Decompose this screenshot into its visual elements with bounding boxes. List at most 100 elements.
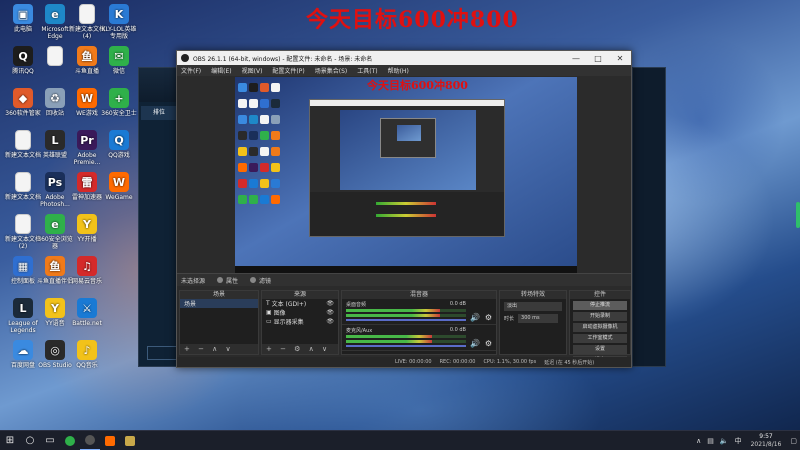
scene-item[interactable]: 场景 [180,299,258,308]
sources-title: 来源 [262,291,338,299]
preview-icon [260,195,269,204]
eye-icon[interactable]: 👁 [326,318,334,325]
desktop-icon-label: 腾讯QQ [12,68,34,75]
filters-icon[interactable] [250,277,257,283]
duration-row: 时长 300 ms [504,314,562,323]
scenes-toolbar[interactable]: + − ∧ ∨ [180,344,258,354]
cpu-status: CPU: 1.1%, 30.00 fps [483,359,537,365]
virtual-camera-button[interactable]: 启动虚拟摄像机 [573,323,627,332]
maximize-icon[interactable]: □ [587,54,609,63]
app-icon: ⚔ [77,298,97,318]
desktop-icon[interactable]: Q QQ游戏 [100,130,138,159]
controls-title: 控件 [570,291,630,299]
preview-icon [249,147,258,156]
source-item[interactable]: T 文本 (GDI+) 👁 [262,299,338,308]
controls-panel: 控件 停止推流 开始录制 启动虚拟摄像机 工作室模式 设置 退出 [569,290,631,365]
desktop-icon[interactable]: ♫ 网易云音乐 [68,256,106,285]
source-item[interactable]: ▣ 图像 👁 [262,308,338,317]
level-meter [346,309,466,312]
eye-icon[interactable]: 👁 [326,309,334,316]
menu-edit[interactable]: 编辑(E) [211,66,231,75]
level-fill [346,314,440,317]
eye-icon[interactable]: 👁 [326,300,334,307]
obs-window: OBS 26.1.1 (64-bit, windows) - 配置文件: 未命名… [176,50,632,368]
menu-tools[interactable]: 工具(T) [357,66,377,75]
properties-button[interactable]: 属性 [226,276,238,285]
transition-select[interactable]: 淡出 [504,302,562,311]
obs-preview[interactable]: 今天目标600冲800 [235,77,577,273]
volume-slider[interactable] [346,345,466,347]
app-icon: Q [13,46,33,66]
studio-mode-button[interactable]: 工作室模式 [573,334,627,343]
desktop-icon[interactable]: ✉ 微信 [100,46,138,75]
filters-button[interactable]: 滤镜 [259,276,271,285]
gear-icon[interactable]: ⚙ [485,339,492,348]
network-icon[interactable]: ▤ [707,437,714,445]
volume-icon[interactable]: 🔈 [720,437,729,445]
desktop-icon[interactable]: ⚔ Battle.net [68,298,106,327]
mixer-panel: 混音器 桌面音频 0.0 dB 🔊 ⚙ 麦克风/Aux 0.0 dB 🔊 ⚙ [341,290,497,355]
close-icon[interactable]: ✕ [609,54,631,63]
desktop-icon[interactable]: Y YY开播 [68,214,106,243]
menu-view[interactable]: 视图(V) [242,66,263,75]
properties-icon[interactable] [217,277,224,283]
input-language[interactable]: 中 [735,436,742,446]
obs-taskbar-icon[interactable] [80,431,100,450]
preview-icon [238,115,247,124]
duration-input[interactable]: 300 ms [518,314,559,323]
task-view-icon[interactable]: ▭ [40,431,60,450]
preview-icon [271,163,280,172]
start-recording-button[interactable]: 开始录制 [573,312,627,321]
desktop-icon[interactable]: K KLY-LOL英雄专用版 [100,4,138,40]
browser-taskbar-icon[interactable] [60,431,80,450]
menu-profile[interactable]: 配置文件(P) [272,66,304,75]
menu-scene-collection[interactable]: 场景集合(S) [315,66,348,75]
clock[interactable]: 9:57 2021/8/16 [751,433,782,449]
app-icon: ♫ [77,256,97,276]
minimize-icon[interactable]: — [565,54,587,63]
sources-toolbar[interactable]: + − ⚙ ∧ ∨ [262,344,338,354]
channel-db: 0.0 dB [449,327,466,333]
tray-up-icon[interactable]: ∧ [696,437,701,445]
desktop-icon[interactable]: W WeGame [100,172,138,201]
notification-icon[interactable]: ▢ [790,437,797,445]
windows-icon[interactable]: ⊞ [0,431,20,450]
app-icon: Y [77,214,97,234]
league-taskbar-icon[interactable] [120,431,140,450]
desktop-icon-label: 网易云音乐 [71,278,102,285]
app-icon: L [45,130,65,150]
preview-icon [260,83,269,92]
menu-file[interactable]: 文件(F) [181,66,201,75]
menu-help[interactable]: 帮助(H) [388,66,409,75]
wegame-taskbar-icon[interactable] [100,431,120,450]
settings-button[interactable]: 设置 [573,345,627,354]
desktop-icon[interactable]: +360安全卫士 [100,88,138,117]
gear-icon[interactable]: ⚙ [485,313,492,322]
side-scroll-handle[interactable] [796,202,800,228]
wegame-icon [105,435,115,446]
app-icon: W [77,88,97,108]
search-icon[interactable]: ○ [20,431,40,450]
image-source-icon: ▣ [266,309,274,316]
game-client-tab[interactable]: 排位 [141,106,177,120]
source-label: 图像 [273,310,286,317]
system-tray: ∧ ▤ 🔈 中 9:57 2021/8/16 ▢ [693,431,800,450]
app-icon: ☁ [13,340,33,360]
channel-name: 桌面音频 [346,302,367,308]
desktop-icon-label: WeGame [105,194,133,201]
obs-logo-icon [181,54,189,62]
desktop-icon-label: 微信 [112,68,125,75]
preview-icon [249,131,258,140]
desktop-icon[interactable]: ♪ QQ音乐 [68,340,106,369]
source-item[interactable]: ▭ 显示器采集 👁 [262,317,338,326]
nested-preview-deep [397,125,421,141]
speaker-icon[interactable]: 🔊 [470,339,480,348]
speaker-icon[interactable]: 🔊 [470,313,480,322]
app-icon: ▦ [13,256,33,276]
stop-streaming-button[interactable]: 停止推流 [573,301,627,310]
volume-slider[interactable] [346,319,466,321]
clock-time: 9:57 [759,432,773,440]
app-icon: W [109,172,129,192]
app-icon: 鱼 [45,256,65,276]
browser-icon [65,435,75,446]
